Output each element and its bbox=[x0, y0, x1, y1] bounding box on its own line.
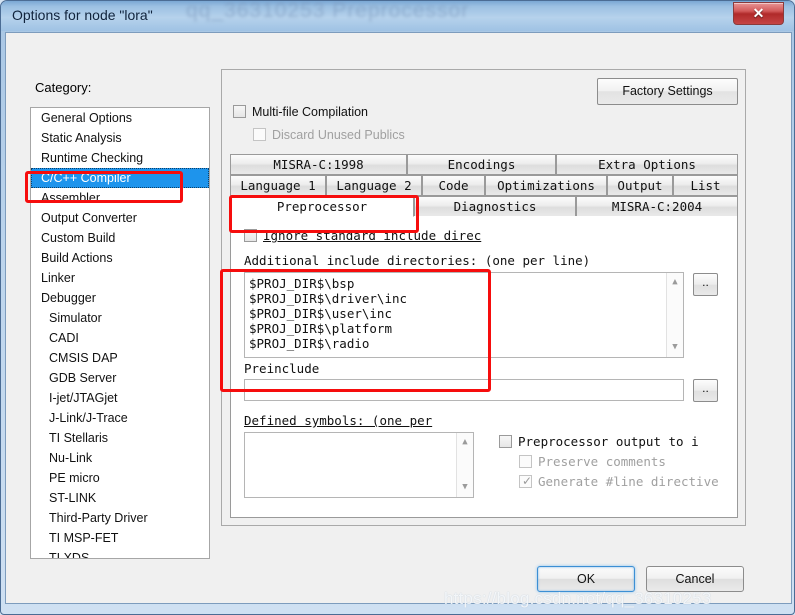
sidebar-item-general-options[interactable]: General Options bbox=[31, 108, 209, 128]
defined-symbols-input[interactable]: ▲ ▼ bbox=[244, 432, 474, 498]
discard-unused-publics-label: Discard Unused Publics bbox=[272, 128, 405, 142]
checkbox-icon bbox=[519, 455, 532, 468]
ignore-standard-includes-checkbox[interactable]: Ignore standard include direc bbox=[244, 228, 481, 243]
ok-button[interactable]: OK bbox=[537, 566, 635, 592]
title-bar: qq_36310253 Preprocessor Options for nod… bbox=[1, 1, 794, 31]
checkbox-icon bbox=[244, 229, 257, 242]
tab-language-2[interactable]: Language 2 bbox=[326, 175, 422, 196]
include-directory-line: $PROJ_DIR$\radio bbox=[249, 336, 370, 351]
include-directory-line: $PROJ_DIR$\driver\inc bbox=[249, 291, 408, 306]
tab-preprocessor[interactable]: Preprocessor bbox=[230, 196, 414, 217]
tab-optimizations[interactable]: Optimizations bbox=[485, 175, 607, 196]
scroll-down-icon[interactable]: ▼ bbox=[457, 480, 473, 495]
ignore-standard-includes-label: Ignore standard include direc bbox=[263, 228, 482, 243]
discard-unused-publics-checkbox: Discard Unused Publics bbox=[253, 128, 405, 142]
preprocessor-tab-panel: Ignore standard include direc Additional… bbox=[230, 216, 738, 518]
window-title: Options for node "lora" bbox=[12, 7, 153, 23]
scroll-up-icon[interactable]: ▲ bbox=[457, 435, 473, 450]
tab-diagnostics[interactable]: Diagnostics bbox=[414, 196, 576, 217]
preserve-comments-label: Preserve comments bbox=[538, 454, 666, 469]
sidebar-item-i-jet-jtagjet[interactable]: I-jet/JTAGjet bbox=[31, 388, 209, 408]
sidebar-item-cadi[interactable]: CADI bbox=[31, 328, 209, 348]
scroll-down-icon[interactable]: ▼ bbox=[667, 340, 683, 355]
options-dialog-window: qq_36310253 Preprocessor Options for nod… bbox=[0, 0, 795, 615]
tab-encodings[interactable]: Encodings bbox=[407, 154, 556, 175]
scroll-up-icon[interactable]: ▲ bbox=[667, 275, 683, 290]
sidebar-item-ti-msp-fet[interactable]: TI MSP-FET bbox=[31, 528, 209, 548]
tab-misra-c-2004[interactable]: MISRA-C:2004 bbox=[576, 196, 738, 217]
settings-panel: Factory Settings Multi-file Compilation … bbox=[221, 69, 746, 526]
factory-settings-button[interactable]: Factory Settings bbox=[597, 78, 738, 105]
sidebar-item-c-c-compiler[interactable]: C/C++ Compiler bbox=[31, 168, 209, 188]
sidebar-item-third-party-driver[interactable]: Third-Party Driver bbox=[31, 508, 209, 528]
preinclude-input[interactable] bbox=[244, 379, 684, 401]
preinclude-value bbox=[245, 380, 683, 395]
category-list[interactable]: General Options Static Analysis Runtime Ch… bbox=[30, 107, 210, 559]
sidebar-item-gdb-server[interactable]: GDB Server bbox=[31, 368, 209, 388]
close-icon: ✕ bbox=[752, 5, 765, 21]
generate-line-directives-checkbox: ✓ Generate #line directive bbox=[519, 474, 719, 489]
include-directory-line: $PROJ_DIR$\bsp bbox=[249, 276, 355, 291]
preinclude-browse-button[interactable]: .. bbox=[693, 379, 718, 402]
title-watermark: qq_36310253 Preprocessor bbox=[186, 1, 470, 22]
additional-includes-input[interactable]: ▲ ▼ $PROJ_DIR$\bsp $PROJ_DIR$\driver\inc $… bbox=[244, 272, 684, 358]
preserve-comments-checkbox: Preserve comments bbox=[519, 454, 666, 469]
sidebar-item-assembler[interactable]: Assembler bbox=[31, 188, 209, 208]
defined-symbols-scrollbar[interactable]: ▲ ▼ bbox=[456, 433, 473, 497]
sidebar-item-static-analysis[interactable]: Static Analysis bbox=[31, 128, 209, 148]
generate-line-directives-label: Generate #line directive bbox=[538, 474, 719, 489]
close-button[interactable]: ✕ bbox=[733, 2, 784, 25]
checkbox-icon bbox=[499, 435, 512, 448]
checkbox-icon bbox=[233, 105, 246, 118]
sidebar-item-debugger[interactable]: Debugger bbox=[31, 288, 209, 308]
tab-language-1[interactable]: Language 1 bbox=[230, 175, 326, 196]
defined-symbols-label: Defined symbols: (one per bbox=[244, 413, 433, 428]
sidebar-item-build-actions[interactable]: Build Actions bbox=[31, 248, 209, 268]
include-directory-line: $PROJ_DIR$\user\inc bbox=[249, 306, 392, 321]
tab-code[interactable]: Code bbox=[422, 175, 485, 196]
sidebar-item-linker[interactable]: Linker bbox=[31, 268, 209, 288]
multi-file-compilation-label: Multi-file Compilation bbox=[252, 105, 369, 119]
sidebar-item-ti-xds[interactable]: TI XDS bbox=[31, 548, 209, 558]
cancel-button[interactable]: Cancel bbox=[646, 566, 744, 592]
additional-includes-browse-button[interactable]: .. bbox=[693, 273, 718, 296]
sidebar-item-output-converter[interactable]: Output Converter bbox=[31, 208, 209, 228]
preprocessor-output-label: Preprocessor output to i bbox=[518, 434, 699, 449]
preinclude-label: Preinclude bbox=[244, 361, 320, 376]
sidebar-item-ti-stellaris[interactable]: TI Stellaris bbox=[31, 428, 209, 448]
sidebar-item-runtime-checking[interactable]: Runtime Checking bbox=[31, 148, 209, 168]
tab-output[interactable]: Output bbox=[607, 175, 673, 196]
tab-list[interactable]: List bbox=[673, 175, 738, 196]
sidebar-item-nu-link[interactable]: Nu-Link bbox=[31, 448, 209, 468]
include-directory-line: $PROJ_DIR$\platform bbox=[249, 321, 392, 336]
sidebar-item-custom-build[interactable]: Custom Build bbox=[31, 228, 209, 248]
additional-includes-lines: $PROJ_DIR$\bsp $PROJ_DIR$\driver\inc $PROJ… bbox=[245, 276, 666, 351]
tab-extra-options[interactable]: Extra Options bbox=[556, 154, 738, 175]
preprocessor-output-checkbox[interactable]: Preprocessor output to i bbox=[499, 434, 699, 449]
sidebar-item-pe-micro[interactable]: PE micro bbox=[31, 468, 209, 488]
multi-file-compilation-checkbox[interactable]: Multi-file Compilation bbox=[233, 105, 368, 119]
checkbox-icon bbox=[253, 128, 266, 141]
sidebar-item-j-link-j-trace[interactable]: J-Link/J-Trace bbox=[31, 408, 209, 428]
sidebar-item-st-link[interactable]: ST-LINK bbox=[31, 488, 209, 508]
check-icon: ✓ bbox=[522, 474, 533, 488]
sidebar-item-simulator[interactable]: Simulator bbox=[31, 308, 209, 328]
sidebar-item-cmsis-dap[interactable]: CMSIS DAP bbox=[31, 348, 209, 368]
includes-scrollbar[interactable]: ▲ ▼ bbox=[666, 273, 683, 357]
tab-misra-c-1998[interactable]: MISRA-C:1998 bbox=[230, 154, 407, 175]
checkbox-icon: ✓ bbox=[519, 475, 532, 488]
additional-includes-label: Additional include directories: (one per… bbox=[244, 253, 591, 268]
category-label: Category: bbox=[35, 80, 92, 95]
